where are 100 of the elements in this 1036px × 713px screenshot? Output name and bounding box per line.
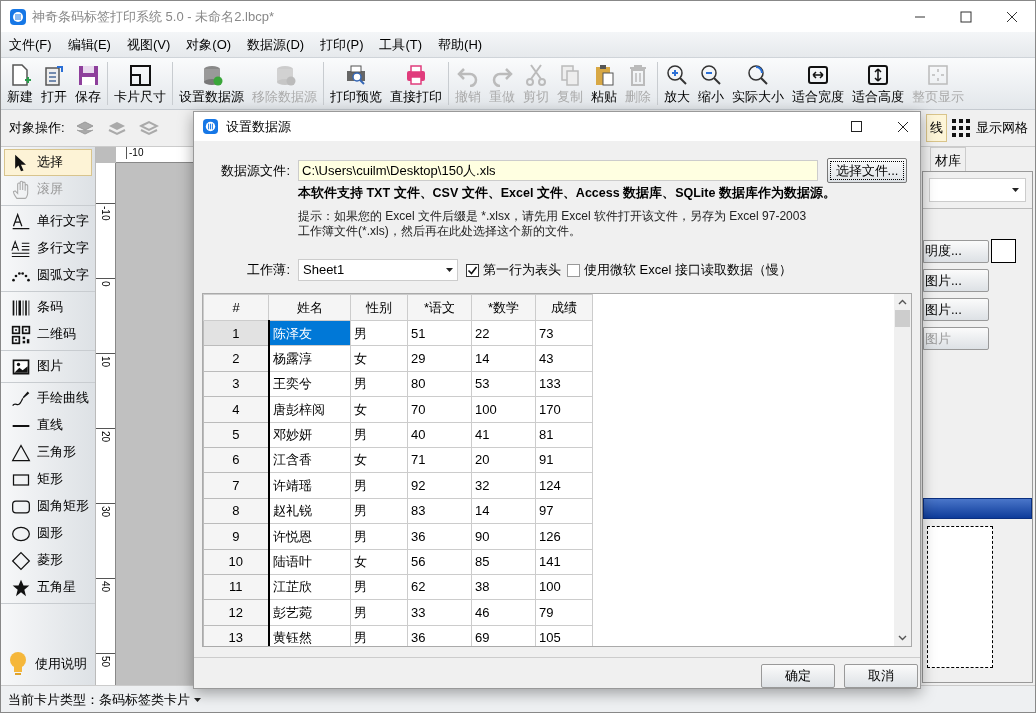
checkbox-option[interactable]: 第一行为表头 xyxy=(466,260,561,280)
row-header[interactable]: 1 xyxy=(203,320,269,346)
column-header[interactable]: 姓名 xyxy=(268,294,351,321)
row-header[interactable]: 12 xyxy=(203,599,269,626)
table-cell: 女 xyxy=(350,549,408,575)
toolbar-button[interactable]: 适合高度 xyxy=(848,58,908,109)
tool-button[interactable]: 圆形 xyxy=(4,520,92,547)
ruler-label: 30 xyxy=(100,506,110,518)
tool-button[interactable]: 手绘曲线 xyxy=(4,385,92,412)
panel-button[interactable]: 明度... xyxy=(923,239,989,263)
table-cell: 32 xyxy=(471,472,536,499)
tool-button[interactable]: 圆角矩形 xyxy=(4,493,92,520)
toolbar-button[interactable]: 适合宽度 xyxy=(788,58,848,109)
color-swatch[interactable] xyxy=(991,239,1016,263)
toolbar-button[interactable]: 实际大小 xyxy=(728,58,788,109)
help-button[interactable]: 使用说明 xyxy=(1,647,95,681)
table-cell: 71 xyxy=(407,447,472,473)
row-header[interactable]: 8 xyxy=(203,498,269,524)
column-header[interactable]: # xyxy=(203,294,269,321)
tool-button[interactable]: 菱形 xyxy=(4,547,92,574)
choose-file-button[interactable]: 选择文件... xyxy=(827,158,907,184)
toolbar-button[interactable]: 粘贴 xyxy=(587,58,621,109)
menu-item[interactable]: 文件(F) xyxy=(1,34,60,55)
menu-item[interactable]: 对象(O) xyxy=(178,34,240,55)
table-cell: 江芷欣 xyxy=(268,574,351,600)
tool-button[interactable]: 选择 xyxy=(4,149,92,176)
scrollbar-thumb[interactable] xyxy=(895,310,910,328)
dialog-button[interactable]: 确定 xyxy=(761,664,835,688)
tool-button[interactable]: 多行文字 xyxy=(4,235,92,262)
column-header[interactable]: *数学 xyxy=(471,294,536,321)
panel-tab[interactable]: 材库 xyxy=(930,147,966,171)
card-type-dropdown[interactable]: 条码标签类卡片 xyxy=(99,689,201,710)
panel-button[interactable]: 图片... xyxy=(923,298,989,321)
maximize-icon[interactable] xyxy=(851,121,862,133)
table-cell: 40 xyxy=(407,422,472,448)
field-label: 工作薄: xyxy=(246,261,291,280)
scrollbar[interactable] xyxy=(894,294,911,646)
table-cell: 男 xyxy=(350,523,408,550)
zoom-out-icon xyxy=(699,62,723,87)
tool-button[interactable]: 直线 xyxy=(4,412,92,439)
grid-toggle[interactable]: 显示网格 xyxy=(947,114,1033,142)
dropdown-arrow-icon xyxy=(1012,188,1019,192)
menu-item[interactable]: 工具(T) xyxy=(371,34,431,55)
scroll-up-icon[interactable] xyxy=(898,299,907,306)
row-header[interactable]: 3 xyxy=(203,371,269,397)
scroll-down-icon[interactable] xyxy=(898,635,907,641)
row-header[interactable]: 13 xyxy=(203,625,269,646)
tool-button[interactable]: 二维码 xyxy=(4,321,92,348)
zoom-in-icon xyxy=(665,62,689,87)
row-header[interactable]: 4 xyxy=(203,396,269,423)
toolbar-button[interactable]: 打开 xyxy=(37,58,71,109)
toolbar-button[interactable]: 直接打印 xyxy=(386,58,446,109)
table-cell: 唐彭梓阅 xyxy=(268,396,351,423)
menu-item[interactable]: 数据源(D) xyxy=(239,34,313,55)
row-header[interactable]: 2 xyxy=(203,345,269,372)
ruler-label: -10 xyxy=(100,206,110,221)
table-cell: 97 xyxy=(535,498,593,524)
column-header[interactable]: 性别 xyxy=(350,294,408,321)
sheet-dropdown[interactable]: Sheet1 xyxy=(298,259,458,282)
close-icon[interactable] xyxy=(897,120,909,133)
dialog-button[interactable]: 取消 xyxy=(844,664,918,688)
row-header[interactable]: 11 xyxy=(203,574,269,600)
table-cell: 许靖瑶 xyxy=(268,472,351,499)
tool-button[interactable]: 五角星 xyxy=(4,574,92,601)
tool-button[interactable]: 圆弧文字 xyxy=(4,262,92,289)
tool-button[interactable]: 条码 xyxy=(4,294,92,321)
support-note: 本软件支持 TXT 文件、CSV 文件、Excel 文件、Access 数据库、SQLite 数据库作为数据源。 xyxy=(298,185,837,203)
table-cell: 46 xyxy=(471,599,536,626)
toolbar-button[interactable]: 缩小 xyxy=(694,58,728,109)
toolbar-button[interactable]: 设置数据源 xyxy=(175,58,248,109)
tool-button[interactable]: 图片 xyxy=(4,353,92,380)
row-header[interactable]: 6 xyxy=(203,447,269,473)
row-header[interactable]: 9 xyxy=(203,523,269,550)
row-header[interactable]: 5 xyxy=(203,422,269,448)
table-cell: 彭艺菀 xyxy=(268,599,351,626)
menu-item[interactable]: 帮助(H) xyxy=(430,34,491,55)
toolbar-button[interactable]: 打印预览 xyxy=(326,58,386,109)
panel-button[interactable]: 图片... xyxy=(923,269,989,292)
row-header[interactable]: 7 xyxy=(203,472,269,499)
toolbar-button[interactable]: 卡片尺寸 xyxy=(110,58,170,109)
close-icon[interactable] xyxy=(1006,10,1018,23)
table-cell: 20 xyxy=(471,447,536,473)
menu-item[interactable]: 编辑(E) xyxy=(59,34,119,55)
table-cell: 邓妙妍 xyxy=(268,422,351,448)
toolbar-button[interactable]: 放大 xyxy=(660,58,694,109)
checkbox-option[interactable]: 使用微软 Excel 接口读取数据（慢） xyxy=(567,260,792,280)
column-header[interactable]: *语文 xyxy=(407,294,472,321)
menu-item[interactable]: 视图(V) xyxy=(118,34,179,55)
menu-item[interactable]: 打印(P) xyxy=(312,34,372,55)
table-cell: 33 xyxy=(407,599,472,626)
file-path-field[interactable]: C:\Users\cuilm\Desktop\150人.xls xyxy=(298,160,818,182)
tool-button[interactable]: 矩形 xyxy=(4,466,92,493)
app-logo-icon xyxy=(10,8,26,25)
toolbar-button[interactable]: 新建 xyxy=(3,58,37,109)
row-header[interactable]: 10 xyxy=(203,549,269,575)
tool-button[interactable]: 单行文字 xyxy=(4,208,92,235)
guide-toggle[interactable]: 线 xyxy=(926,114,947,142)
tool-button[interactable]: 三角形 xyxy=(4,439,92,466)
column-header[interactable]: 成绩 xyxy=(535,294,593,321)
toolbar-button[interactable]: 保存 xyxy=(71,58,105,109)
